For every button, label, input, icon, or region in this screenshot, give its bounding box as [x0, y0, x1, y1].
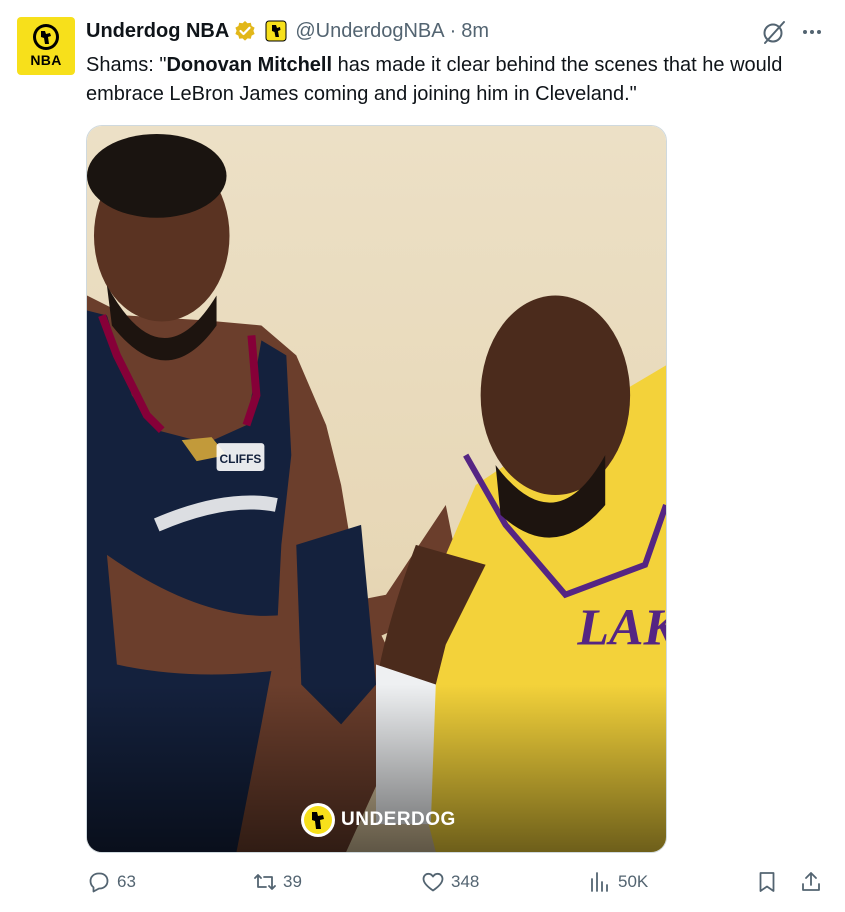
tweet-timestamp[interactable]: 8m [461, 20, 489, 43]
like-count: 348 [451, 872, 480, 891]
jersey-sponsor-text: CLIFFS [220, 452, 262, 466]
more-options-icon[interactable] [798, 20, 826, 44]
views-count: 50K [618, 872, 649, 891]
reply-count: 63 [117, 872, 136, 891]
grok-icon[interactable] [761, 19, 787, 45]
affiliate-badge-icon[interactable] [265, 20, 287, 42]
watermark-text: UNDERDOG [341, 809, 456, 830]
bookmark-icon [759, 872, 775, 892]
underdog-logo-icon [33, 24, 59, 50]
tweet-media-photo[interactable]: CLIFFS LAKE UNDERDOG [86, 125, 667, 853]
verified-badge-icon[interactable] [234, 20, 256, 42]
author-avatar[interactable]: NBA [17, 17, 75, 75]
separator-dot: · [449, 19, 457, 42]
repost-count: 39 [283, 872, 302, 891]
bookmark-button[interactable] [755, 870, 779, 894]
tweet-text-bold-name: Donovan Mitchell [166, 54, 333, 76]
reply-button[interactable]: 63 [87, 870, 136, 894]
repost-icon [254, 874, 276, 890]
tweet-text-prefix: Shams: " [86, 54, 167, 76]
tweet-actions-bar: 63 39 348 50K [0, 870, 845, 902]
basketball-photo: CLIFFS LAKE [87, 126, 666, 852]
like-button[interactable]: 348 [421, 870, 479, 894]
share-button[interactable] [799, 870, 823, 894]
heart-icon [422, 872, 444, 892]
reply-icon [89, 872, 109, 893]
tweet-header: Underdog NBA @UnderdogNBA · 8m [86, 17, 489, 45]
avatar-label: NBA [30, 52, 62, 68]
display-name[interactable]: Underdog NBA [86, 20, 229, 43]
analytics-icon [591, 872, 608, 892]
tweet-text: Shams: "Donovan Mitchell has made it cle… [86, 51, 806, 109]
underdog-logo-icon [301, 803, 335, 837]
author-handle[interactable]: @UnderdogNBA [295, 20, 444, 43]
share-icon [802, 872, 820, 891]
underdog-watermark: UNDERDOG [300, 802, 456, 838]
repost-button[interactable]: 39 [253, 870, 302, 894]
jersey-team-text: LAKE [576, 600, 666, 657]
views-button[interactable]: 50K [588, 870, 648, 894]
